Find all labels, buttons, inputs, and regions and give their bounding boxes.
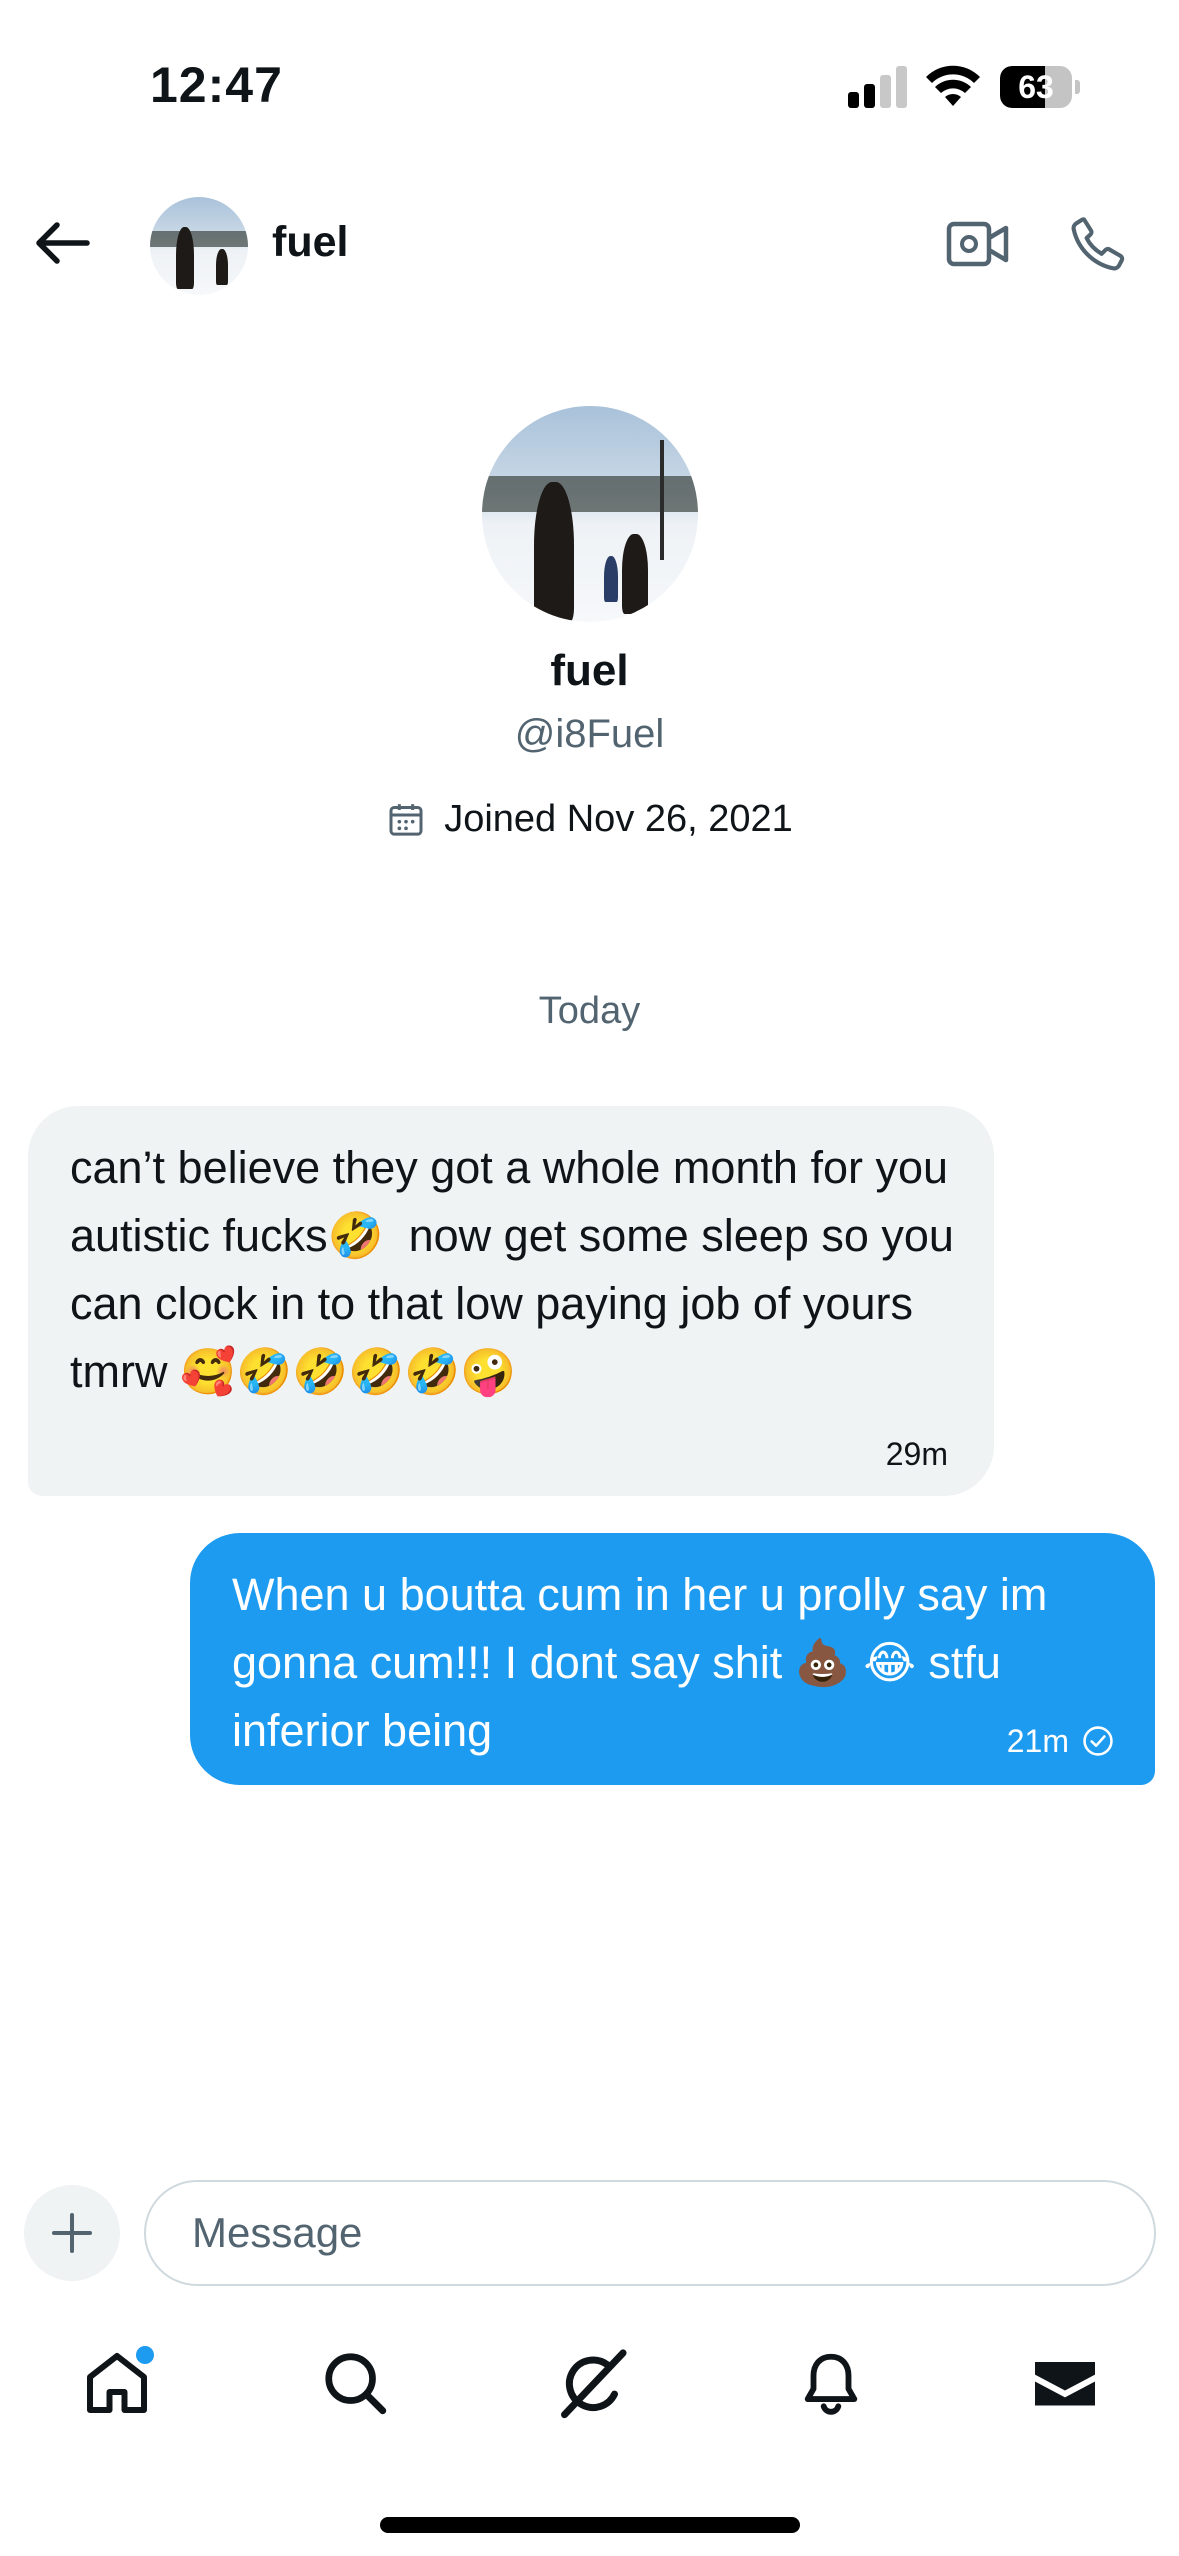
sent-check-icon (1083, 1726, 1113, 1756)
battery-level: 63 (1018, 69, 1054, 105)
cellular-signal-icon (848, 66, 908, 108)
joined-date-row: Joined Nov 26, 2021 (0, 798, 1179, 841)
tab-messages[interactable] (1020, 2338, 1110, 2428)
wifi-icon (926, 65, 980, 106)
voice-call-button[interactable] (1062, 208, 1134, 280)
message-timestamp: 29m (885, 1436, 948, 1472)
calendar-icon (389, 803, 423, 836)
profile-handle: @i8Fuel (514, 712, 665, 756)
message-timestamp: 21m (1006, 1723, 1069, 1759)
date-divider: Today (538, 990, 641, 1032)
tab-search[interactable] (310, 2338, 400, 2428)
joined-date: Joined Nov 26, 2021 (444, 798, 793, 840)
add-attachment-button[interactable] (24, 2185, 120, 2281)
video-call-button[interactable] (944, 210, 1012, 278)
home-notification-dot (136, 2346, 154, 2364)
profile-name: fuel (550, 646, 629, 695)
header-avatar[interactable] (150, 197, 248, 295)
video-camera-icon (946, 221, 1009, 267)
incoming-message-bubble[interactable]: can’t believe they got a whole month for… (28, 1106, 994, 1496)
plus-icon (52, 2213, 92, 2253)
profile-avatar[interactable] (482, 406, 698, 622)
tab-notifications[interactable] (786, 2338, 876, 2428)
back-arrow-icon (36, 222, 90, 264)
phone-icon (1071, 217, 1125, 271)
tab-grok[interactable] (548, 2338, 638, 2428)
battery-indicator: 63 (1000, 66, 1082, 108)
back-button[interactable] (28, 208, 98, 278)
message-input[interactable] (144, 2180, 1156, 2286)
status-time: 12:47 (150, 57, 283, 113)
search-icon (325, 2353, 387, 2415)
bell-icon (804, 2353, 858, 2415)
message-text: can’t believe they got a whole month for… (70, 1142, 967, 1397)
message-text: When u boutta cum in her u prolly say im… (232, 1569, 1060, 1756)
home-indicator (380, 2517, 800, 2533)
header-contact-name[interactable]: fuel (272, 218, 348, 267)
grok-icon (561, 2349, 627, 2419)
envelope-icon (1035, 2362, 1095, 2406)
message-meta: 21m (1007, 1723, 1115, 1759)
outgoing-message-bubble[interactable]: When u boutta cum in her u prolly say im… (190, 1533, 1155, 1785)
